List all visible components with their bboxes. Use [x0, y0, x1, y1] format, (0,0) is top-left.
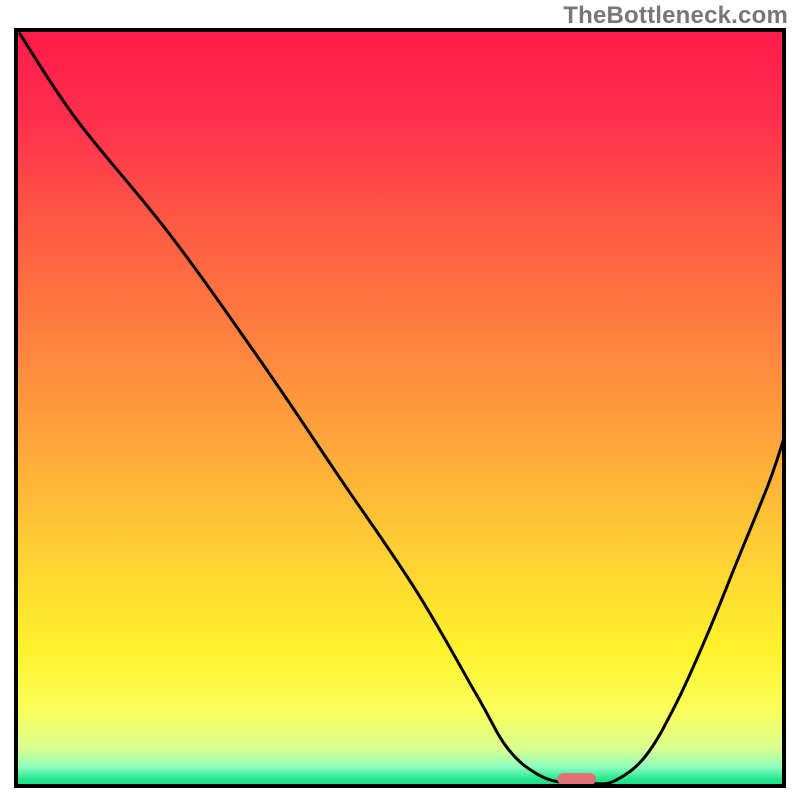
chart-container: TheBottleneck.com [0, 0, 800, 800]
optimal-marker [557, 773, 595, 785]
plot-background [16, 30, 784, 786]
site-watermark: TheBottleneck.com [563, 2, 788, 30]
bottleneck-chart [0, 0, 800, 800]
marker-layer [557, 773, 595, 785]
